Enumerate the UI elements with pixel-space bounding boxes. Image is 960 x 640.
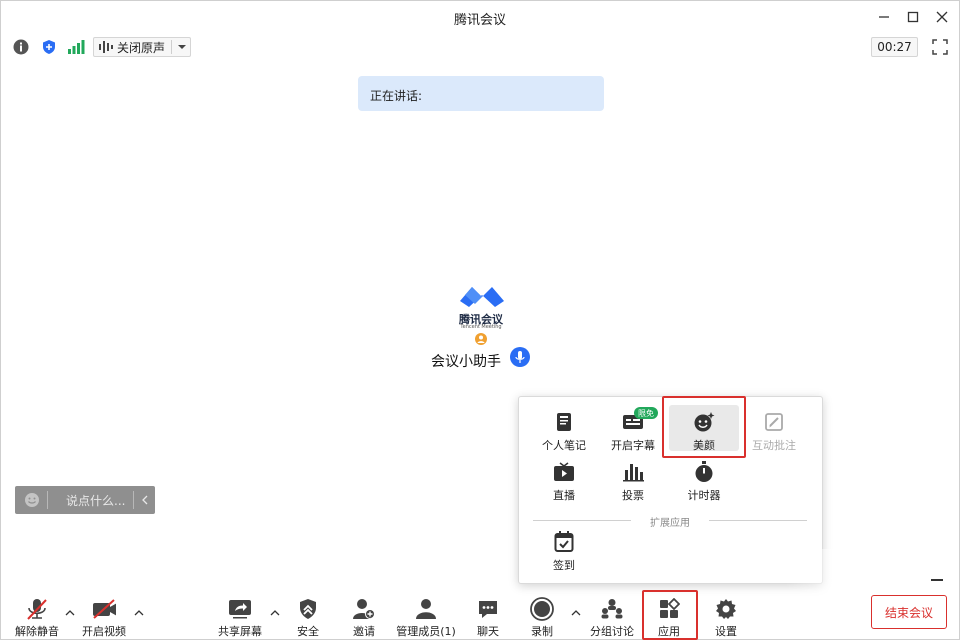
chevron-up-icon[interactable]	[570, 607, 582, 619]
shield-icon[interactable]	[40, 38, 58, 56]
toolbar-label: 设置	[715, 625, 737, 638]
start-video-button[interactable]: 开启视频	[75, 593, 133, 639]
checkin-icon	[553, 531, 575, 553]
notebook-icon	[553, 411, 575, 433]
app-label: 签到	[553, 559, 575, 572]
app-label: 互动批注	[752, 439, 796, 452]
logo-subtitle: Tencent Meeting	[460, 324, 502, 330]
record-button[interactable]: 录制	[519, 593, 565, 639]
mic-muted-icon	[25, 597, 49, 621]
tencent-meeting-logo: 腾讯会议 Tencent Meeting	[451, 281, 511, 347]
toolbar-label: 共享屏幕	[218, 625, 262, 638]
waveform-icon	[99, 41, 113, 53]
original-audio-toggle[interactable]: 关闭原声	[93, 37, 191, 57]
free-badge: 限免	[634, 407, 658, 419]
info-icon[interactable]	[12, 38, 30, 56]
apps-button-highlight	[642, 590, 698, 640]
beauty-highlight	[662, 396, 746, 458]
close-icon[interactable]	[931, 7, 953, 27]
toolbar-label: 分组讨论	[590, 625, 634, 638]
app-timer[interactable]: 计时器	[669, 455, 739, 502]
chat-placeholder: 说点什么...	[66, 493, 126, 508]
annotate-icon	[763, 411, 785, 433]
signal-icon[interactable]	[67, 38, 85, 56]
meeting-window: 腾讯会议 关闭原声 00:27 正在讲话: 腾讯会议 Tencent Meeti…	[0, 0, 960, 640]
divider-line	[709, 520, 807, 521]
logo-icon	[460, 287, 504, 307]
chevron-up-icon[interactable]	[133, 607, 145, 619]
chat-button[interactable]: 聊天	[465, 593, 511, 639]
unmute-button[interactable]: 解除静音	[8, 593, 66, 639]
toolbar-label: 开启视频	[82, 625, 126, 638]
emoji-icon[interactable]	[24, 492, 40, 508]
app-label: 开启字幕	[611, 439, 655, 452]
invite-icon	[352, 597, 376, 621]
toolbar-label: 管理成员(1)	[396, 625, 456, 638]
members-icon	[414, 597, 438, 621]
settings-button[interactable]: 设置	[703, 593, 749, 639]
chevron-left-icon[interactable]	[141, 495, 149, 505]
divider	[931, 579, 943, 581]
timer-icon	[693, 461, 715, 483]
chevron-down-icon[interactable]	[177, 43, 187, 51]
divider	[133, 491, 135, 509]
fullscreen-icon[interactable]	[931, 38, 949, 56]
toolbar-label: 解除静音	[15, 625, 59, 638]
chat-icon	[476, 597, 500, 621]
active-speaker-banner: 正在讲话:	[358, 76, 604, 111]
app-personal-notes[interactable]: 个人笔记	[529, 405, 599, 452]
chat-input[interactable]: 说点什么...	[15, 486, 155, 514]
app-vote[interactable]: 投票	[598, 455, 668, 502]
toolbar-label: 安全	[297, 625, 319, 638]
participant-name: 会议小助手	[431, 354, 501, 370]
divider	[47, 491, 48, 509]
app-annotate[interactable]: 互动批注	[739, 405, 809, 452]
breakout-button[interactable]: 分组讨论	[585, 593, 639, 639]
share-screen-icon	[228, 597, 252, 621]
security-icon	[296, 597, 320, 621]
security-button[interactable]: 安全	[285, 593, 331, 639]
app-label: 计时器	[687, 489, 721, 502]
toolbar-label: 邀请	[353, 625, 375, 638]
minimize-icon[interactable]	[873, 7, 895, 27]
breakout-icon	[600, 597, 624, 621]
info-bar: 关闭原声 00:27	[1, 35, 959, 59]
toolbar-label: 聊天	[477, 625, 499, 638]
divider	[171, 40, 173, 54]
panel-fade-overlay	[786, 549, 866, 597]
title-bar: 腾讯会议	[1, 1, 959, 33]
invite-button[interactable]: 邀请	[341, 593, 387, 639]
share-screen-button[interactable]: 共享屏幕	[211, 593, 269, 639]
manage-members-button[interactable]: 管理成员(1)	[394, 593, 458, 639]
end-meeting-button[interactable]: 结束会议	[871, 595, 947, 629]
record-icon	[530, 597, 554, 621]
app-checkin[interactable]: 签到	[529, 525, 599, 572]
camera-off-icon	[92, 597, 116, 621]
settings-icon	[714, 597, 738, 621]
chevron-up-icon[interactable]	[269, 607, 281, 619]
divider-line	[533, 520, 631, 521]
live-icon	[553, 461, 575, 483]
app-live[interactable]: 直播	[529, 455, 599, 502]
app-label: 直播	[553, 489, 575, 502]
extensions-section-label: 扩展应用	[650, 518, 690, 529]
app-label: 投票	[622, 489, 644, 502]
host-avatar-icon	[475, 333, 487, 345]
toolbar-label: 录制	[531, 625, 553, 638]
maximize-icon[interactable]	[902, 7, 924, 27]
window-title: 腾讯会议	[453, 13, 506, 28]
bottom-toolbar: 解除静音 开启视频 共享屏幕 安全 邀请 管理成员(1) 聊天 录制 分组讨论 …	[1, 593, 959, 639]
app-label: 个人笔记	[542, 439, 586, 452]
meeting-timer: 00:27	[871, 37, 918, 57]
vote-icon	[622, 461, 644, 483]
audio-toggle-label: 关闭原声	[117, 40, 166, 55]
active-speaker-label: 正在讲话:	[370, 89, 423, 103]
microphone-icon	[510, 347, 530, 367]
